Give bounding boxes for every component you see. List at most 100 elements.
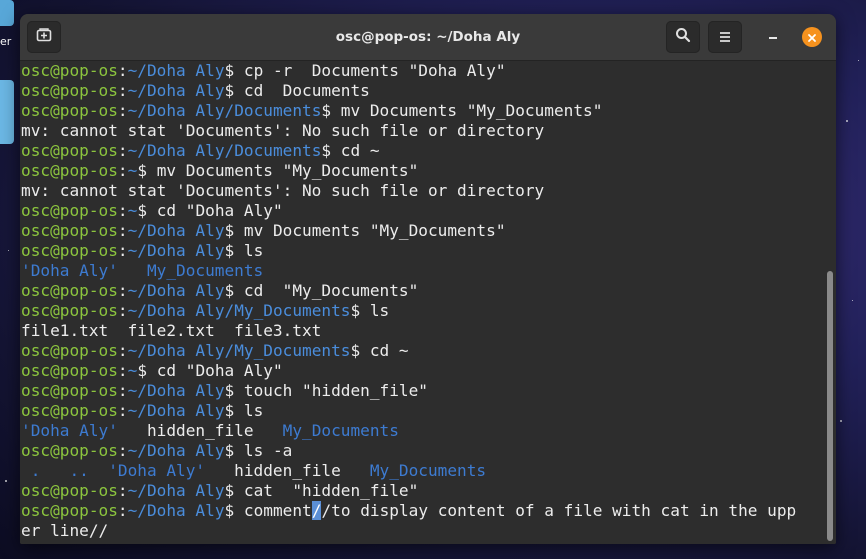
terminal-line: . .. 'Doha Aly' hidden_file My_Documents [20, 461, 824, 481]
text-cursor: / [311, 501, 322, 520]
prompt-user-host: osc@pop-os [21, 241, 118, 260]
terminal-text: $ mv Documents "My_Documents" [137, 161, 419, 180]
hamburger-menu-icon [718, 28, 732, 47]
search-icon [675, 27, 691, 47]
terminal-output[interactable]: osc@pop-os:~/Doha Aly$ cp -r Documents "… [20, 61, 824, 544]
terminal-window: osc@pop-os: ~/Doha Aly osc@pop-os:~/Doha… [20, 14, 836, 544]
prompt-user-host: osc@pop-os [21, 361, 118, 380]
terminal-text: : [117, 241, 128, 260]
prompt-path: ~/Doha Aly/Documents [127, 141, 322, 160]
terminal-text: : [117, 441, 128, 460]
prompt-user-host: osc@pop-os [21, 201, 118, 220]
new-tab-icon [36, 27, 52, 47]
prompt-user-host: osc@pop-os [21, 501, 118, 520]
terminal-line: osc@pop-os:~/Doha Aly$ cd "My_Documents" [20, 281, 824, 301]
close-button[interactable] [802, 27, 822, 47]
terminal-text: : [117, 221, 128, 240]
terminal-line: file1.txt file2.txt file3.txt [20, 321, 824, 341]
prompt-path: ~/Doha Aly [127, 81, 225, 100]
terminal-line: osc@pop-os:~/Doha Aly$ comment//to displ… [20, 501, 824, 521]
terminal-text: : [117, 361, 128, 380]
scrollbar[interactable] [824, 61, 836, 544]
terminal-line: mv: cannot stat 'Documents': No such fil… [20, 181, 824, 201]
directory-entry: 'Doha Aly' [21, 421, 118, 440]
terminal-line: osc@pop-os:~/Doha Aly$ touch "hidden_fil… [20, 381, 824, 401]
prompt-user-host: osc@pop-os [21, 341, 118, 360]
prompt-user-host: osc@pop-os [21, 101, 118, 120]
terminal-text: $ comment [224, 501, 312, 520]
terminal-text: $ cd ~ [321, 141, 380, 160]
terminal-text: $ cd "My_Documents" [224, 281, 419, 300]
desktop-icon-partial-2[interactable] [0, 80, 14, 144]
prompt-user-host: osc@pop-os [21, 221, 118, 240]
prompt-path: ~/Doha Aly [127, 441, 225, 460]
prompt-path: ~/Doha Aly/My_Documents [127, 341, 351, 360]
terminal-line: osc@pop-os:~/Doha Aly/Documents$ mv Docu… [20, 101, 824, 121]
prompt-user-host: osc@pop-os [21, 301, 118, 320]
terminal-text: $ cat "hidden_file" [224, 481, 419, 500]
minimize-icon [767, 28, 779, 47]
terminal-line: osc@pop-os:~$ cd "Doha Aly" [20, 361, 824, 381]
desktop-icon-partial[interactable] [0, 0, 14, 26]
prompt-path: ~/Doha Aly [127, 241, 225, 260]
terminal-text: : [117, 201, 128, 220]
terminal-text: $ ls [350, 301, 390, 320]
directory-entry: . .. 'Doha Aly' [21, 461, 206, 480]
terminal-text: : [117, 301, 128, 320]
terminal-text: /to display content of a file with cat i… [321, 501, 797, 520]
terminal-text: $ cd "Doha Aly" [137, 361, 283, 380]
terminal-line: osc@pop-os:~/Doha Aly/My_Documents$ ls [20, 301, 824, 321]
terminal-line: osc@pop-os:~/Doha Aly$ ls -a [20, 441, 824, 461]
directory-entry: 'Doha Aly' My_Documents [21, 261, 264, 280]
prompt-user-host: osc@pop-os [21, 441, 118, 460]
terminal-text: : [117, 401, 128, 420]
terminal-text: : [117, 61, 128, 80]
terminal-text: $ touch "hidden_file" [224, 381, 428, 400]
terminal-text: mv: cannot stat 'Documents': No such fil… [21, 121, 545, 140]
terminal-text: hidden_file [117, 421, 283, 440]
prompt-path: ~ [127, 201, 138, 220]
terminal-line: osc@pop-os:~/Doha Aly$ cd Documents [20, 81, 824, 101]
terminal-line: osc@pop-os:~/Doha Aly/Documents$ cd ~ [20, 141, 824, 161]
terminal-line: er line// [20, 521, 824, 541]
terminal-text: file1.txt file2.txt file3.txt [21, 321, 322, 340]
terminal-line: osc@pop-os:~/Doha Aly/My_Documents$ cd ~ [20, 341, 824, 361]
prompt-user-host: osc@pop-os [21, 61, 118, 80]
menu-button[interactable] [708, 21, 742, 53]
scrollbar-thumb[interactable] [827, 271, 833, 541]
prompt-path: ~/Doha Aly [127, 381, 225, 400]
terminal-text: $ ls [224, 401, 264, 420]
terminal-line: osc@pop-os:~/Doha Aly$ mv Documents "My_… [20, 221, 824, 241]
terminal-text: : [117, 281, 128, 300]
terminal-line: osc@pop-os:~/Doha Aly$ ls [20, 241, 824, 261]
terminal-line: 'Doha Aly' My_Documents [20, 261, 824, 281]
terminal-text: $ ls [224, 241, 264, 260]
prompt-path: ~ [127, 161, 138, 180]
terminal-line: mv: cannot stat 'Documents': No such fil… [20, 121, 824, 141]
terminal-text: $ ls -a [224, 441, 293, 460]
search-button[interactable] [666, 21, 700, 53]
terminal-line: osc@pop-os:~/Doha Aly$ ls [20, 401, 824, 421]
terminal-text: $ cd ~ [350, 341, 409, 360]
terminal-text: : [117, 81, 128, 100]
title-bar: osc@pop-os: ~/Doha Aly [20, 14, 836, 61]
terminal-text: : [117, 481, 128, 500]
prompt-path: ~/Doha Aly/My_Documents [127, 301, 351, 320]
directory-entry: My_Documents [369, 461, 487, 480]
prompt-path: ~/Doha Aly [127, 281, 225, 300]
terminal-text: $ cd Documents [224, 81, 370, 100]
prompt-user-host: osc@pop-os [21, 161, 118, 180]
terminal-text: $ mv Documents "My_Documents" [321, 101, 603, 120]
minimize-button[interactable] [762, 26, 784, 48]
prompt-user-host: osc@pop-os [21, 381, 118, 400]
prompt-user-host: osc@pop-os [21, 81, 118, 100]
prompt-user-host: osc@pop-os [21, 481, 118, 500]
terminal-line: osc@pop-os:~$ mv Documents "My_Documents… [20, 161, 824, 181]
new-tab-button[interactable] [27, 21, 61, 53]
prompt-path: ~/Doha Aly [127, 61, 225, 80]
terminal-text: er line// [21, 521, 109, 540]
directory-entry: My_Documents [282, 421, 399, 440]
close-icon [807, 28, 817, 47]
prompt-path: ~/Doha Aly [127, 221, 225, 240]
prompt-path: ~/Doha Aly [127, 501, 225, 520]
